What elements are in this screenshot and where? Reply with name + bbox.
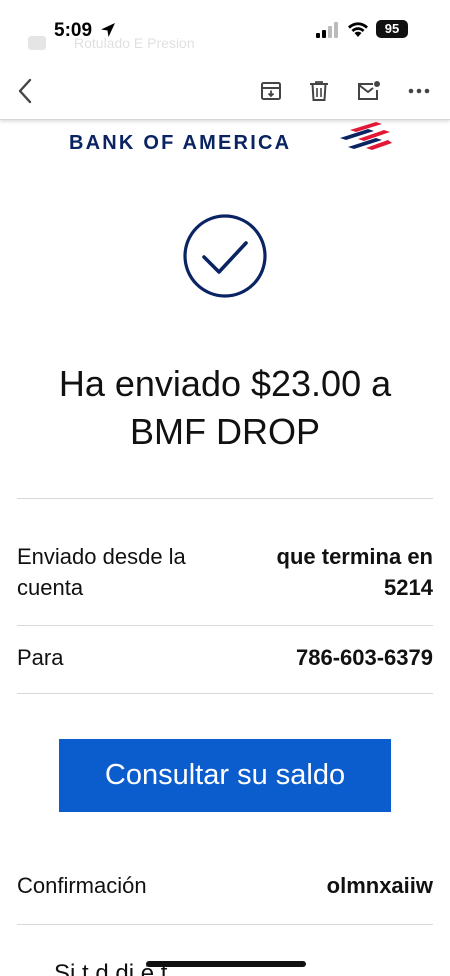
headline-line-2: BMF DROP	[129, 411, 320, 452]
archive-button[interactable]	[258, 78, 284, 104]
confirmation-code-value: olmnxaiiw	[326, 873, 433, 898]
ghost-app-icon	[28, 36, 46, 50]
from-value-line-1: que termina en	[276, 544, 433, 569]
recipient-label: Para	[17, 645, 64, 670]
from-account-value: que termina en 5214	[277, 541, 433, 603]
back-button[interactable]	[12, 78, 38, 104]
delete-button[interactable]	[306, 78, 332, 104]
check-circle-icon	[183, 214, 267, 298]
location-arrow-icon	[101, 23, 115, 37]
trash-icon	[310, 81, 328, 101]
brand-header: BANK OF AMERICA	[0, 122, 450, 162]
flag-logo-icon	[340, 122, 392, 150]
divider	[17, 498, 433, 499]
recipient-phone: 786-603-6379	[295, 645, 433, 670]
brand-logo-text: BANK OF AMERICA	[69, 132, 292, 154]
status-bar: Rotulado E Presion 5:09 95	[0, 0, 450, 62]
status-time: 5:09	[54, 20, 93, 41]
mark-unread-button[interactable]	[356, 78, 382, 104]
more-horizontal-icon	[408, 88, 430, 94]
divider	[17, 924, 433, 925]
chevron-left-icon	[18, 78, 32, 104]
from-label-line-2: cuenta	[17, 575, 84, 600]
battery-indicator: 95	[376, 20, 408, 38]
headline-line-1: Ha enviado $23.00 a	[58, 363, 392, 404]
from-account-label: Enviado desde la cuenta	[17, 541, 186, 603]
from-value-line-2: 5214	[384, 575, 433, 600]
divider	[17, 693, 433, 694]
check-balance-button[interactable]: Consultar su saldo	[59, 739, 391, 812]
cell-signal-icon	[316, 22, 338, 38]
mark-unread-icon	[358, 81, 380, 100]
divider	[17, 625, 433, 626]
more-button[interactable]	[406, 78, 432, 104]
wifi-icon	[348, 22, 368, 37]
ghost-text: Rotulado E Presion	[74, 35, 195, 51]
archive-icon	[261, 82, 281, 100]
from-label-line-1: Enviado desde la	[17, 544, 186, 569]
confirmation-headline: Ha enviado $23.00 a BMF DROP	[0, 360, 450, 456]
mail-toolbar	[0, 62, 450, 120]
confirmation-code-label: Confirmación	[17, 873, 147, 898]
home-indicator[interactable]	[146, 961, 306, 967]
